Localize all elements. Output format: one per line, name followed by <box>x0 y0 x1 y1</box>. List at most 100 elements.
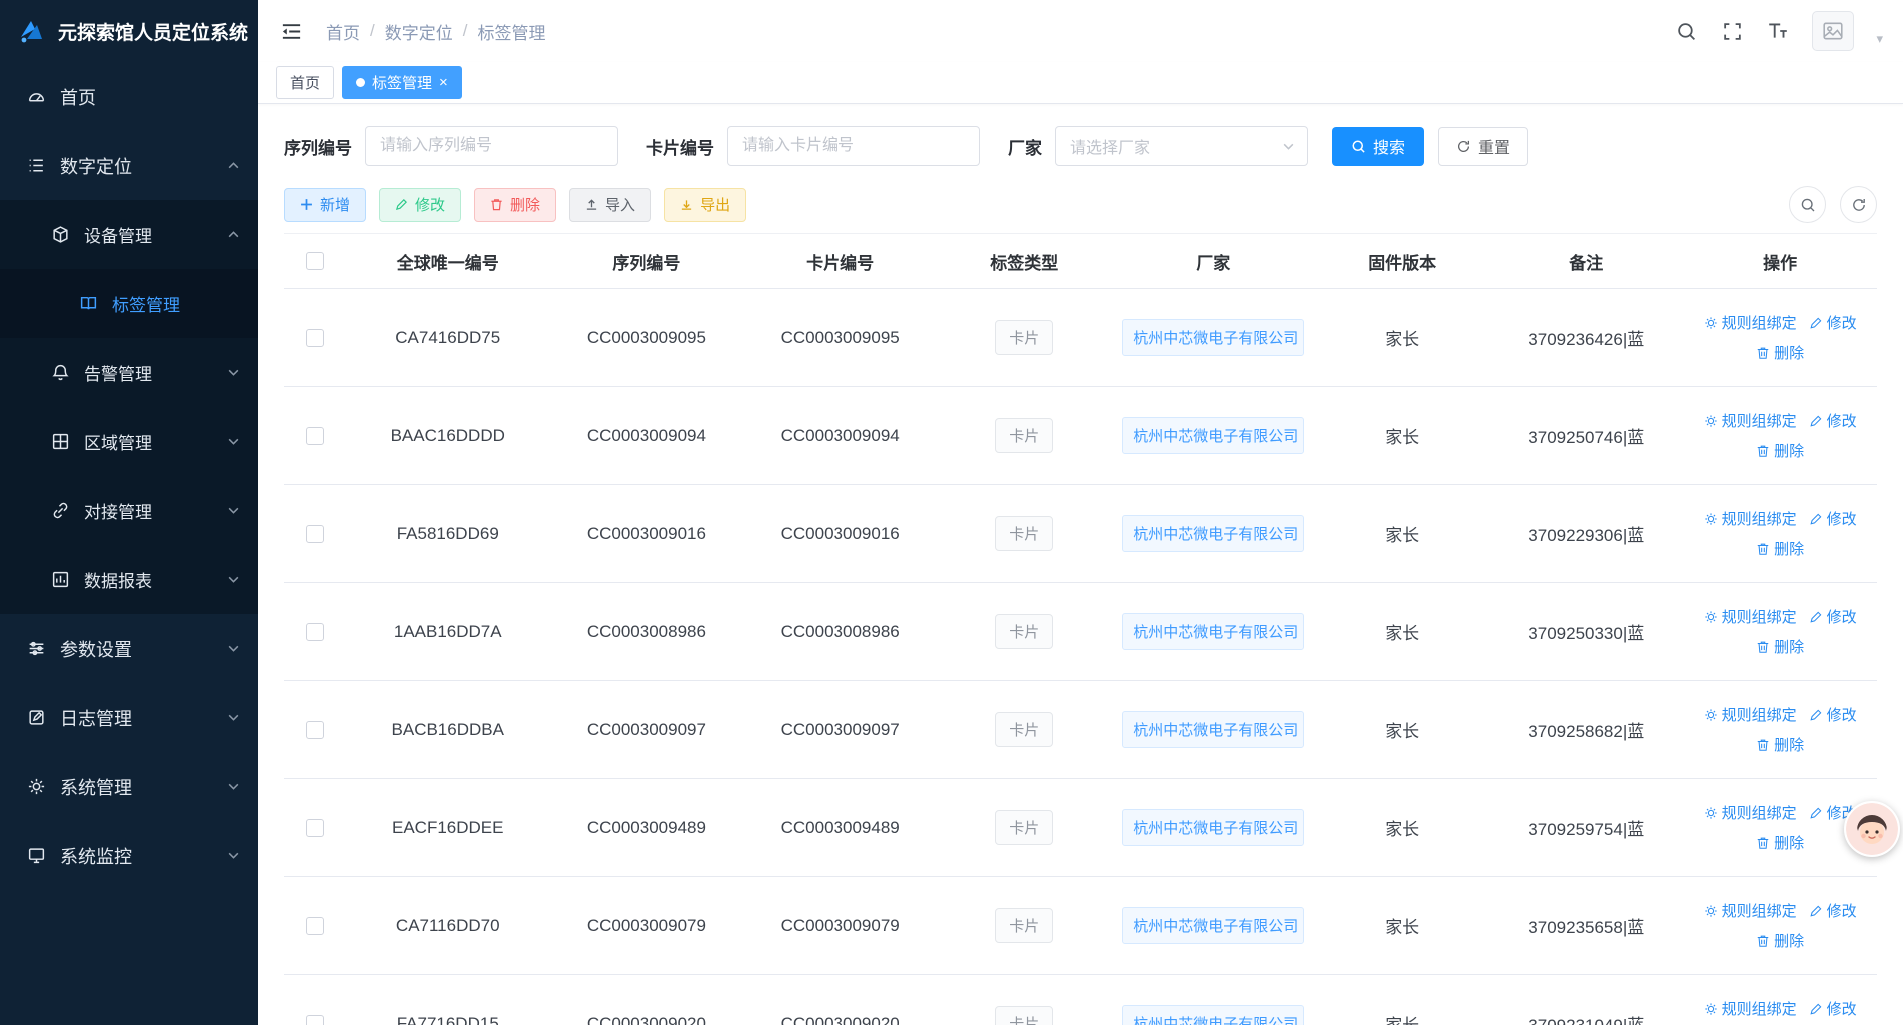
sidebar-item-system-management[interactable]: 系统管理 <box>0 752 258 821</box>
sidebar-item-label: 日志管理 <box>60 705 132 731</box>
cell-remark: 3709235658|蓝 <box>1489 913 1683 938</box>
app-logo[interactable]: 元探索馆人员定位系统 <box>0 0 258 62</box>
row-checkbox[interactable] <box>306 721 324 739</box>
cell-serial: CC0003009016 <box>549 524 743 544</box>
sidebar-item-alarm-management[interactable]: 告警管理 <box>0 338 258 407</box>
serial-input[interactable] <box>365 126 618 166</box>
row-checkbox[interactable] <box>306 917 324 935</box>
tab-label: 标签管理 <box>372 72 432 93</box>
chevron-down-icon <box>227 366 240 379</box>
sidebar-item-area-management[interactable]: 区域管理 <box>0 407 258 476</box>
sidebar-item-label: 数字定位 <box>60 153 132 179</box>
table-row: 1AAB16DD7ACC0003008986CC0003008986卡片杭州中芯… <box>284 583 1877 681</box>
refresh-icon[interactable] <box>1840 186 1877 223</box>
rule-bind-link[interactable]: 规则组绑定 <box>1704 508 1797 529</box>
toggle-search-icon[interactable] <box>1789 186 1826 223</box>
row-actions: 规则组绑定修改删除 <box>1683 606 1877 657</box>
sidebar-item-label: 区域管理 <box>84 429 152 454</box>
sidebar-item-system-monitor[interactable]: 系统监控 <box>0 821 258 890</box>
sidebar-item-home[interactable]: 首页 <box>0 62 258 131</box>
font-size-icon[interactable] <box>1766 19 1790 43</box>
vendor-chip[interactable]: 杭州中芯微电子有限公司 <box>1122 613 1304 650</box>
row-edit-link[interactable]: 修改 <box>1809 998 1857 1019</box>
cell-card: CC0003009079 <box>743 916 937 936</box>
sidebar-collapse-icon[interactable] <box>278 18 304 44</box>
cell-firmware: 家长 <box>1315 913 1489 938</box>
row-checkbox[interactable] <box>306 819 324 837</box>
edit-button-label: 修改 <box>415 194 445 215</box>
chevron-up-icon <box>227 228 240 241</box>
breadcrumb-separator: / <box>463 21 468 41</box>
vendor-chip[interactable]: 杭州中芯微电子有限公司 <box>1122 417 1304 454</box>
tab-home[interactable]: 首页 <box>276 66 334 99</box>
vendor-chip[interactable]: 杭州中芯微电子有限公司 <box>1122 1005 1304 1025</box>
row-edit-link[interactable]: 修改 <box>1809 410 1857 431</box>
cell-firmware: 家长 <box>1315 717 1489 742</box>
row-delete-link[interactable]: 删除 <box>1756 832 1804 853</box>
row-checkbox[interactable] <box>306 329 324 347</box>
rule-bind-link[interactable]: 规则组绑定 <box>1704 900 1797 921</box>
sidebar-item-data-report[interactable]: 数据报表 <box>0 545 258 614</box>
card-input[interactable] <box>727 126 980 166</box>
sidebar-item-digital-positioning[interactable]: 数字定位 <box>0 131 258 200</box>
tab-tag-management[interactable]: 标签管理 × <box>342 66 462 99</box>
cell-uid: 1AAB16DD7A <box>346 622 549 642</box>
row-edit-link[interactable]: 修改 <box>1809 606 1857 627</box>
row-delete-link[interactable]: 删除 <box>1756 734 1804 755</box>
import-button[interactable]: 导入 <box>569 188 651 222</box>
rule-bind-link[interactable]: 规则组绑定 <box>1704 312 1797 333</box>
sidebar-item-log-management[interactable]: 日志管理 <box>0 683 258 752</box>
export-button[interactable]: 导出 <box>664 188 746 222</box>
search-button[interactable]: 搜索 <box>1332 127 1424 166</box>
caret-down-icon[interactable]: ▾ <box>1876 31 1883 47</box>
sidebar-item-tag-management[interactable]: 标签管理 <box>0 269 258 338</box>
row-edit-link[interactable]: 修改 <box>1809 312 1857 333</box>
row-delete-link[interactable]: 删除 <box>1756 636 1804 657</box>
rule-bind-link[interactable]: 规则组绑定 <box>1704 998 1797 1019</box>
vendor-chip[interactable]: 杭州中芯微电子有限公司 <box>1122 515 1304 552</box>
fullscreen-icon[interactable] <box>1720 19 1744 43</box>
rule-bind-link[interactable]: 规则组绑定 <box>1704 410 1797 431</box>
row-checkbox[interactable] <box>306 1015 324 1025</box>
table-row: FA7716DD15CC0003009020CC0003009020卡片杭州中芯… <box>284 975 1877 1025</box>
breadcrumb-item[interactable]: 数字定位 <box>385 19 453 44</box>
breadcrumb-item[interactable]: 首页 <box>326 19 360 44</box>
sidebar-item-parameter-settings[interactable]: 参数设置 <box>0 614 258 683</box>
service-avatar[interactable] <box>1844 801 1900 857</box>
vendor-select[interactable]: 请选择厂家 <box>1055 126 1308 166</box>
sidebar-item-device-management[interactable]: 设备管理 <box>0 200 258 269</box>
tag-type-badge: 卡片 <box>995 614 1053 649</box>
row-checkbox[interactable] <box>306 525 324 543</box>
vendor-chip[interactable]: 杭州中芯微电子有限公司 <box>1122 711 1304 748</box>
row-delete-link[interactable]: 删除 <box>1756 342 1804 363</box>
user-avatar[interactable] <box>1812 11 1854 51</box>
table-mini-actions <box>1789 186 1877 223</box>
reset-button[interactable]: 重置 <box>1438 127 1528 166</box>
row-delete-link[interactable]: 删除 <box>1756 930 1804 951</box>
close-icon[interactable]: × <box>439 75 448 90</box>
row-delete-link[interactable]: 删除 <box>1756 538 1804 559</box>
edit-button[interactable]: 修改 <box>379 188 461 222</box>
row-delete-link[interactable]: 删除 <box>1756 440 1804 461</box>
row-checkbox[interactable] <box>306 623 324 641</box>
col-header-uid: 全球唯一编号 <box>346 249 549 274</box>
rule-bind-link[interactable]: 规则组绑定 <box>1704 704 1797 725</box>
sidebar-item-docking-management[interactable]: 对接管理 <box>0 476 258 545</box>
delete-button[interactable]: 删除 <box>474 188 556 222</box>
add-button[interactable]: 新增 <box>284 188 366 222</box>
row-edit-link[interactable]: 修改 <box>1809 508 1857 529</box>
rule-bind-link[interactable]: 规则组绑定 <box>1704 802 1797 823</box>
tag-type-badge: 卡片 <box>995 320 1053 355</box>
search-icon[interactable] <box>1674 19 1698 43</box>
rule-bind-link[interactable]: 规则组绑定 <box>1704 606 1797 627</box>
row-edit-link[interactable]: 修改 <box>1809 704 1857 725</box>
vendor-chip[interactable]: 杭州中芯微电子有限公司 <box>1122 809 1304 846</box>
vendor-chip[interactable]: 杭州中芯微电子有限公司 <box>1122 319 1304 356</box>
vendor-chip[interactable]: 杭州中芯微电子有限公司 <box>1122 907 1304 944</box>
delete-button-label: 删除 <box>510 194 540 215</box>
select-all-checkbox[interactable] <box>306 252 324 270</box>
row-checkbox[interactable] <box>306 427 324 445</box>
row-edit-link[interactable]: 修改 <box>1809 900 1857 921</box>
cell-uid: BAAC16DDDD <box>346 426 549 446</box>
cell-uid: FA7716DD15 <box>346 1014 549 1025</box>
